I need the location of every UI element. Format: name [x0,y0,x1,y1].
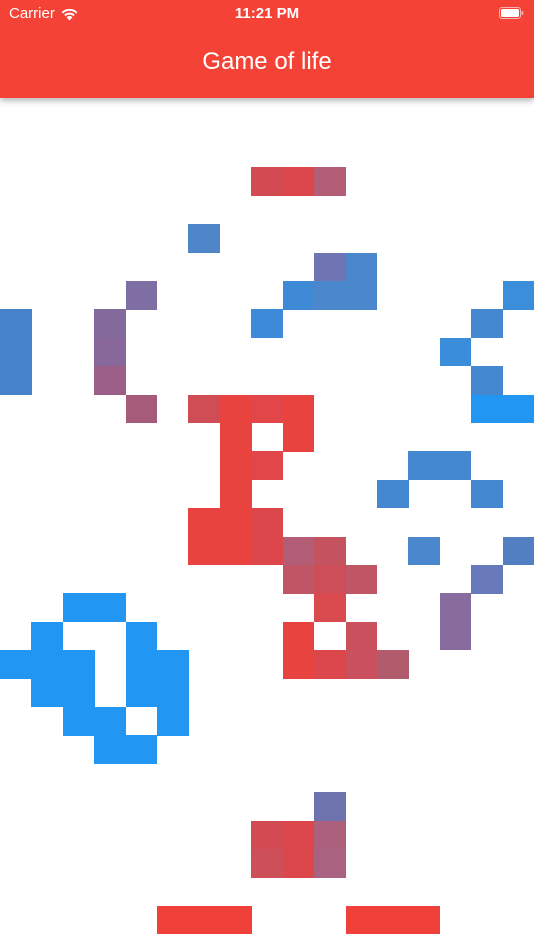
live-cell[interactable] [219,508,252,537]
live-cell[interactable] [282,394,315,424]
live-cell[interactable] [0,650,32,679]
live-cell[interactable] [125,621,158,651]
live-cell[interactable] [502,394,534,424]
live-cell[interactable] [314,167,346,197]
live-cell[interactable] [251,451,283,481]
live-cell[interactable] [125,394,158,424]
live-cell[interactable] [314,650,346,679]
live-cell[interactable] [345,650,378,679]
live-cell[interactable] [314,281,346,310]
live-cell[interactable] [439,337,472,367]
live-cell[interactable] [188,224,221,253]
status-bar: Carrier 11:21 PM [0,0,534,28]
live-cell[interactable] [376,905,409,935]
live-cell[interactable] [502,536,534,566]
live-cell[interactable] [188,536,221,566]
live-cell[interactable] [94,735,126,765]
live-cell[interactable] [31,678,64,708]
live-cell[interactable] [157,707,189,736]
live-cell[interactable] [62,593,95,623]
live-cell[interactable] [471,366,503,395]
live-cell[interactable] [94,707,126,736]
live-cell[interactable] [345,565,378,594]
live-cell[interactable] [62,678,95,708]
live-cell[interactable] [219,536,252,566]
live-cell[interactable] [251,394,283,424]
live-cell[interactable] [251,536,283,566]
life-board[interactable] [0,98,534,950]
live-cell[interactable] [0,366,32,395]
live-cell[interactable] [125,281,158,310]
live-cell[interactable] [282,536,315,566]
live-cell[interactable] [0,337,32,367]
live-cell[interactable] [314,820,346,850]
live-cell[interactable] [282,621,315,651]
live-cell[interactable] [94,593,126,623]
live-cell[interactable] [157,650,189,679]
live-cell[interactable] [471,479,503,509]
live-cell[interactable] [94,309,126,339]
live-cell[interactable] [502,281,534,310]
live-cell[interactable] [282,423,315,452]
live-cell[interactable] [282,281,315,310]
live-cell[interactable] [251,167,283,197]
live-cell[interactable] [188,508,221,537]
live-cell[interactable] [251,309,283,339]
live-cell[interactable] [31,650,64,679]
live-cell[interactable] [251,849,283,878]
app-title: Game of life [202,48,332,75]
live-cell[interactable] [471,309,503,339]
live-cell[interactable] [282,849,315,878]
live-cell[interactable] [251,508,283,537]
live-cell[interactable] [345,905,378,935]
live-cell[interactable] [188,905,221,935]
live-cell[interactable] [376,650,409,679]
live-cell[interactable] [94,337,126,367]
live-cell[interactable] [408,536,441,566]
live-cell[interactable] [125,678,158,708]
live-cell[interactable] [219,423,252,452]
live-cell[interactable] [439,621,472,651]
app-bar: Carrier 11:21 PM Game of life [0,0,534,98]
live-cell[interactable] [314,792,346,821]
live-cell[interactable] [219,905,252,935]
live-cell[interactable] [282,650,315,679]
live-cell[interactable] [439,451,472,481]
live-cell[interactable] [31,621,64,651]
live-cell[interactable] [157,905,189,935]
status-time: 11:21 PM [234,5,300,22]
live-cell[interactable] [345,281,378,310]
live-cell[interactable] [0,309,32,339]
live-cell[interactable] [157,678,189,708]
live-cell[interactable] [314,565,346,594]
live-cell[interactable] [62,650,95,679]
live-cell[interactable] [345,252,378,282]
live-cell[interactable] [219,394,252,424]
live-cell[interactable] [282,565,315,594]
live-cell[interactable] [376,479,409,509]
live-cell[interactable] [471,394,503,424]
live-cell[interactable] [125,735,158,765]
live-cell[interactable] [251,820,283,850]
live-cell[interactable] [282,820,315,850]
live-cell[interactable] [94,366,126,395]
live-cell[interactable] [408,451,441,481]
live-cell[interactable] [439,593,472,623]
live-cell[interactable] [62,707,95,736]
live-cell[interactable] [282,167,315,197]
live-cell[interactable] [314,593,346,623]
live-cell[interactable] [314,536,346,566]
live-cell[interactable] [314,849,346,878]
live-cell[interactable] [408,905,441,935]
live-cell[interactable] [219,451,252,481]
live-cell[interactable] [188,394,221,424]
live-cell[interactable] [219,479,252,509]
live-cell[interactable] [345,621,378,651]
battery-icon [499,7,524,19]
live-cell[interactable] [314,252,346,282]
live-cell[interactable] [125,650,158,679]
live-cell[interactable] [471,565,503,594]
